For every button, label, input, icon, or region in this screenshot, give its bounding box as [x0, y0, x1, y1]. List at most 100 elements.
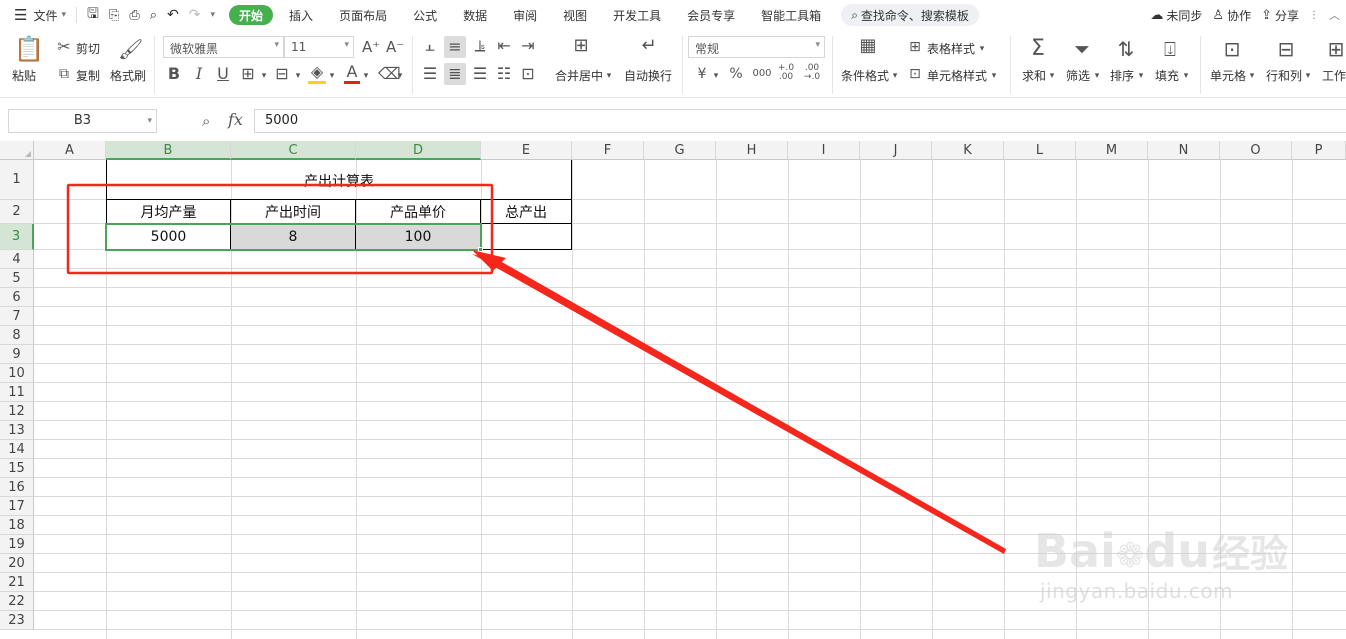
user-icon[interactable]: ♙ [1212, 0, 1224, 30]
menu-file[interactable]: 文件 [33, 0, 57, 30]
cell-style-icon[interactable]: ⊡ [906, 66, 924, 82]
tab-smart-tools[interactable]: 智能工具箱 [761, 0, 821, 30]
tab-data[interactable]: 数据 [463, 0, 487, 30]
table-style-icon[interactable]: ⊞ [906, 39, 924, 55]
sum-icon[interactable]: Σ [1026, 37, 1050, 61]
cell-style-button[interactable]: 单元格样式 [927, 67, 987, 84]
fill-color-icon[interactable]: ◈ [308, 64, 326, 80]
command-search[interactable]: ⌕ 查找命令、搜索模板 [841, 4, 979, 26]
chevron-down-icon[interactable]: ▾ [362, 68, 370, 84]
cut-button[interactable]: 剪切 [76, 40, 100, 57]
merge-center-icon[interactable]: ⊞ [568, 37, 594, 55]
sync-status[interactable]: 未同步 [1166, 0, 1202, 30]
align-middle-icon[interactable]: ≡ [444, 36, 466, 58]
quick-access-more-icon[interactable]: ▾ [211, 0, 216, 30]
chevron-down-icon[interactable]: ▾ [260, 68, 268, 84]
paste-icon[interactable]: 📋 [14, 36, 44, 62]
chevron-down-icon[interactable]: ▾ [1137, 68, 1145, 84]
chevron-down-icon[interactable]: ▾ [1304, 68, 1312, 84]
chevron-down-icon[interactable]: ▾ [1182, 68, 1190, 84]
copy-icon[interactable]: ⧉ [56, 66, 72, 82]
row-col-icon[interactable]: ⊟ [1274, 37, 1298, 61]
wrap-text-icon[interactable]: ↵ [636, 37, 662, 55]
fill-down-icon[interactable]: ⍗ [1158, 37, 1182, 61]
percent-icon[interactable]: % [728, 66, 744, 82]
decrease-font-icon[interactable]: A⁻ [386, 39, 404, 55]
chevron-down-icon[interactable]: ▾ [328, 68, 336, 84]
hamburger-icon[interactable]: ☰ [14, 0, 27, 30]
tab-review[interactable]: 审阅 [513, 0, 537, 30]
chevron-down-icon[interactable]: ▾ [1248, 68, 1256, 84]
conditional-format-button[interactable]: 条件格式 [841, 67, 889, 84]
chevron-down-icon[interactable]: ▾ [978, 41, 986, 57]
share-button[interactable]: 分享 [1275, 0, 1299, 30]
collapse-ribbon-icon[interactable]: ︿ [1329, 0, 1340, 30]
currency-icon[interactable]: ¥ [694, 66, 710, 82]
export-icon[interactable]: ⎘ [109, 0, 119, 30]
tab-member[interactable]: 会员专享 [687, 0, 735, 30]
tab-home[interactable]: 开始 [229, 5, 274, 25]
sort-button[interactable]: 排序 [1110, 67, 1134, 84]
align-bottom-icon[interactable]: ⫡ [470, 38, 490, 54]
merge-center-button[interactable]: 合并居中 [555, 67, 603, 84]
sort-icon[interactable]: ⇅ [1114, 37, 1138, 61]
cloud-icon[interactable]: ☁ [1150, 0, 1163, 30]
filter-button[interactable]: 筛选 [1066, 67, 1090, 84]
fx-icon[interactable]: fx [228, 110, 243, 129]
chevron-down-icon[interactable]: ▾ [605, 68, 613, 84]
indent-decrease-icon[interactable]: ⇤ [494, 38, 514, 54]
thousands-separator-icon[interactable]: 000 [752, 66, 772, 82]
cell-icon[interactable]: ⊡ [1220, 37, 1244, 61]
sum-button[interactable]: 求和 [1022, 67, 1046, 84]
font-size-select[interactable]: 11 ▾ [284, 36, 354, 58]
chevron-down-icon[interactable]: ▾ [294, 68, 302, 84]
share-icon[interactable]: ⇪ [1261, 0, 1272, 30]
conditional-format-icon[interactable]: ▦ [856, 37, 880, 55]
worksheet-button[interactable]: 工作 [1322, 67, 1346, 84]
tab-developer[interactable]: 开发工具 [613, 0, 661, 30]
filter-icon[interactable]: ⏷ [1070, 37, 1094, 61]
print-preview-icon[interactable]: ⌕ [150, 0, 157, 30]
redo-icon[interactable]: ↷ [189, 0, 201, 30]
font-color-icon[interactable]: A [344, 64, 360, 80]
tab-view[interactable]: 视图 [563, 0, 587, 30]
number-format-select[interactable]: 常规 ▾ [688, 36, 825, 58]
chevron-down-icon[interactable]: ▾ [891, 68, 899, 84]
tab-formulas[interactable]: 公式 [413, 0, 437, 30]
font-name-select[interactable]: 微软雅黑 ▾ [163, 36, 284, 58]
cell-style-icon[interactable]: ⊟ [274, 66, 290, 82]
tab-insert[interactable]: 插入 [289, 0, 313, 30]
format-painter-icon[interactable]: 🖌 [118, 38, 143, 60]
zoom-icon[interactable]: ⌕ [202, 112, 210, 130]
chevron-down-icon[interactable]: ▾ [1048, 68, 1056, 84]
paste-button[interactable]: 粘贴 [12, 67, 36, 84]
chevron-down-icon[interactable]: ▾ [990, 68, 998, 84]
auto-wrap-button[interactable]: 自动换行 [624, 67, 672, 84]
worksheet-grid[interactable]: A B C D E F G H I J K L M N O P 1 2 3 4 … [0, 141, 1346, 639]
name-box[interactable]: B3 ▾ [8, 109, 157, 133]
table-style-button[interactable]: 表格样式 [927, 40, 975, 57]
italic-icon[interactable]: I [192, 66, 206, 82]
tab-page-layout[interactable]: 页面布局 [339, 0, 387, 30]
decrease-decimal-icon[interactable]: .00 →.0 [802, 64, 822, 82]
border-icon[interactable]: ⊞ [240, 66, 256, 82]
more-icon[interactable]: ⋮ [1309, 0, 1319, 30]
justify-icon[interactable]: ☷ [494, 66, 514, 82]
align-left-icon[interactable]: ☰ [420, 66, 440, 82]
format-painter-button[interactable]: 格式刷 [110, 67, 146, 84]
align-center-icon[interactable]: ≣ [444, 63, 466, 85]
distributed-icon[interactable]: ⊡ [518, 66, 538, 82]
increase-decimal-icon[interactable]: +.0.00 [776, 64, 796, 82]
chevron-down-icon[interactable]: ▾ [396, 68, 404, 84]
bold-icon[interactable]: B [167, 66, 181, 82]
indent-increase-icon[interactable]: ⇥ [518, 38, 538, 54]
fill-button[interactable]: 填充 [1155, 67, 1179, 84]
formula-input[interactable]: 5000 [254, 109, 1346, 133]
align-top-icon[interactable]: ⫠ [420, 38, 440, 54]
align-right-icon[interactable]: ☰ [470, 66, 490, 82]
undo-icon[interactable]: ↶ [167, 0, 179, 30]
increase-font-icon[interactable]: A⁺ [362, 39, 380, 55]
chevron-down-icon[interactable]: ▾ [1093, 68, 1101, 84]
row-col-button[interactable]: 行和列 [1266, 67, 1302, 84]
collab-button[interactable]: 协作 [1227, 0, 1251, 30]
